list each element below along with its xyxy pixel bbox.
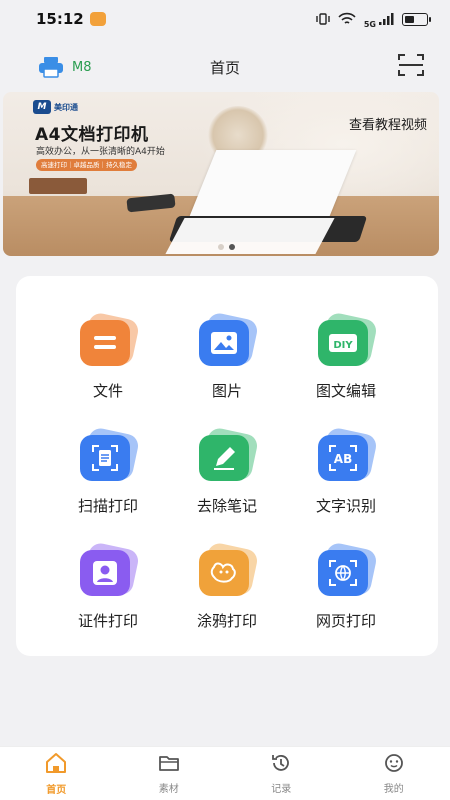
- feature-grid-card: 文件 图片 DIY 图文编辑扫描打印 去除笔记 AB 文字识别证件打印 涂鸦打印 网页打印: [16, 276, 438, 656]
- diy-icon: DIY: [316, 311, 379, 370]
- feature-label: 扫描打印: [77, 497, 138, 515]
- device-selector[interactable]: M8: [38, 56, 92, 78]
- vibrate-icon: [316, 13, 330, 25]
- feature-tile[interactable]: 涂鸦打印: [177, 541, 277, 644]
- feature-label: 证件打印: [77, 612, 138, 630]
- tab-label: 素材: [158, 783, 179, 795]
- battery-level: [405, 15, 414, 23]
- tab-history[interactable]: 记录: [241, 753, 321, 795]
- banner-paper-image: [189, 150, 357, 216]
- image-icon: [197, 311, 260, 370]
- feature-tile[interactable]: 图片: [177, 311, 277, 414]
- bottom-tab-bar: 首页 素材 记录 我的: [0, 746, 450, 800]
- icon-card: DIY: [318, 320, 368, 366]
- clock-text: 15:12: [36, 10, 84, 28]
- feature-label: 去除笔记: [196, 497, 257, 515]
- printer-icon: [39, 57, 63, 78]
- profile-icon: [383, 753, 405, 777]
- status-icons: 5G: [316, 10, 431, 29]
- history-icon: [270, 753, 292, 777]
- icon-card: [199, 435, 249, 481]
- icon-card: [80, 435, 130, 481]
- feature-label: 文字识别: [315, 497, 376, 515]
- feature-tile[interactable]: 扫描打印: [58, 426, 158, 529]
- web-print-icon: [316, 541, 379, 600]
- wifi-icon: [338, 12, 356, 24]
- feature-tile[interactable]: DIY 图文编辑: [296, 311, 396, 414]
- tab-label: 首页: [46, 784, 67, 796]
- carousel-dot[interactable]: [218, 244, 224, 250]
- icon-card: [80, 550, 130, 596]
- brand-logo: M 美印通: [33, 100, 78, 114]
- feature-label: 涂鸦打印: [196, 612, 257, 630]
- feature-label: 图片: [211, 382, 242, 400]
- icon-card: [80, 320, 130, 366]
- svg-text:AB: AB: [334, 452, 352, 466]
- banner-paper-output-image: [165, 218, 335, 254]
- document-icon: [78, 311, 141, 370]
- tab-label: 记录: [271, 783, 292, 795]
- battery-icon: [402, 12, 431, 26]
- icon-card: [318, 550, 368, 596]
- tutorial-video-link[interactable]: 查看教程视频: [349, 114, 427, 133]
- doodle-icon: [197, 541, 260, 600]
- icon-card: [199, 550, 249, 596]
- feature-label: 图文编辑: [315, 382, 376, 400]
- promo-banner[interactable]: M 美印通 A4文档打印机 高效办公，从一张清晰的A4开始 高速打印｜卓越品质｜…: [3, 92, 439, 256]
- carousel-indicator: [218, 244, 235, 250]
- brand-mark-icon: M: [33, 100, 51, 114]
- carousel-dot-active[interactable]: [229, 244, 235, 250]
- id-card-icon: [78, 541, 141, 600]
- device-name: M8: [72, 59, 92, 75]
- home-icon: [44, 752, 68, 778]
- pen-erase-icon: [197, 426, 260, 485]
- brand-name: 美印通: [54, 102, 78, 112]
- banner-title: A4文档打印机: [35, 125, 149, 145]
- top-nav: M8 首页: [0, 44, 450, 90]
- scan-icon: [398, 54, 424, 76]
- svg-text:DIY: DIY: [333, 340, 353, 351]
- feature-label: 网页打印: [315, 612, 376, 630]
- status-bar: 15:12 5G: [0, 0, 450, 38]
- text-recognition-icon: AB: [316, 426, 379, 485]
- folder-icon: [158, 753, 180, 777]
- network-label: 5G: [363, 19, 376, 29]
- feature-tile[interactable]: 去除笔记: [177, 426, 277, 529]
- tab-profile[interactable]: 我的: [354, 753, 434, 795]
- tab-home[interactable]: 首页: [16, 752, 96, 796]
- notification-icon: [89, 12, 106, 26]
- tab-label: 我的: [383, 783, 404, 795]
- banner-feature-chip: 高速打印｜卓越品质｜持久稳定: [36, 159, 137, 171]
- feature-tile[interactable]: 证件打印: [58, 541, 158, 644]
- banner-book-image: [29, 178, 87, 194]
- feature-tile[interactable]: 网页打印: [296, 541, 396, 644]
- icon-card: AB: [318, 435, 368, 481]
- scan-button[interactable]: [398, 53, 424, 81]
- signal-icon: [379, 13, 394, 25]
- feature-label: 文件: [92, 382, 123, 400]
- scan-document-icon: [78, 426, 141, 485]
- tab-folder[interactable]: 素材: [129, 753, 209, 795]
- feature-tile[interactable]: AB 文字识别: [296, 426, 396, 529]
- banner-subtitle: 高效办公，从一张清晰的A4开始: [36, 147, 165, 157]
- feature-tile[interactable]: 文件: [58, 311, 158, 414]
- status-time: 15:12: [36, 10, 106, 28]
- icon-card: [199, 320, 249, 366]
